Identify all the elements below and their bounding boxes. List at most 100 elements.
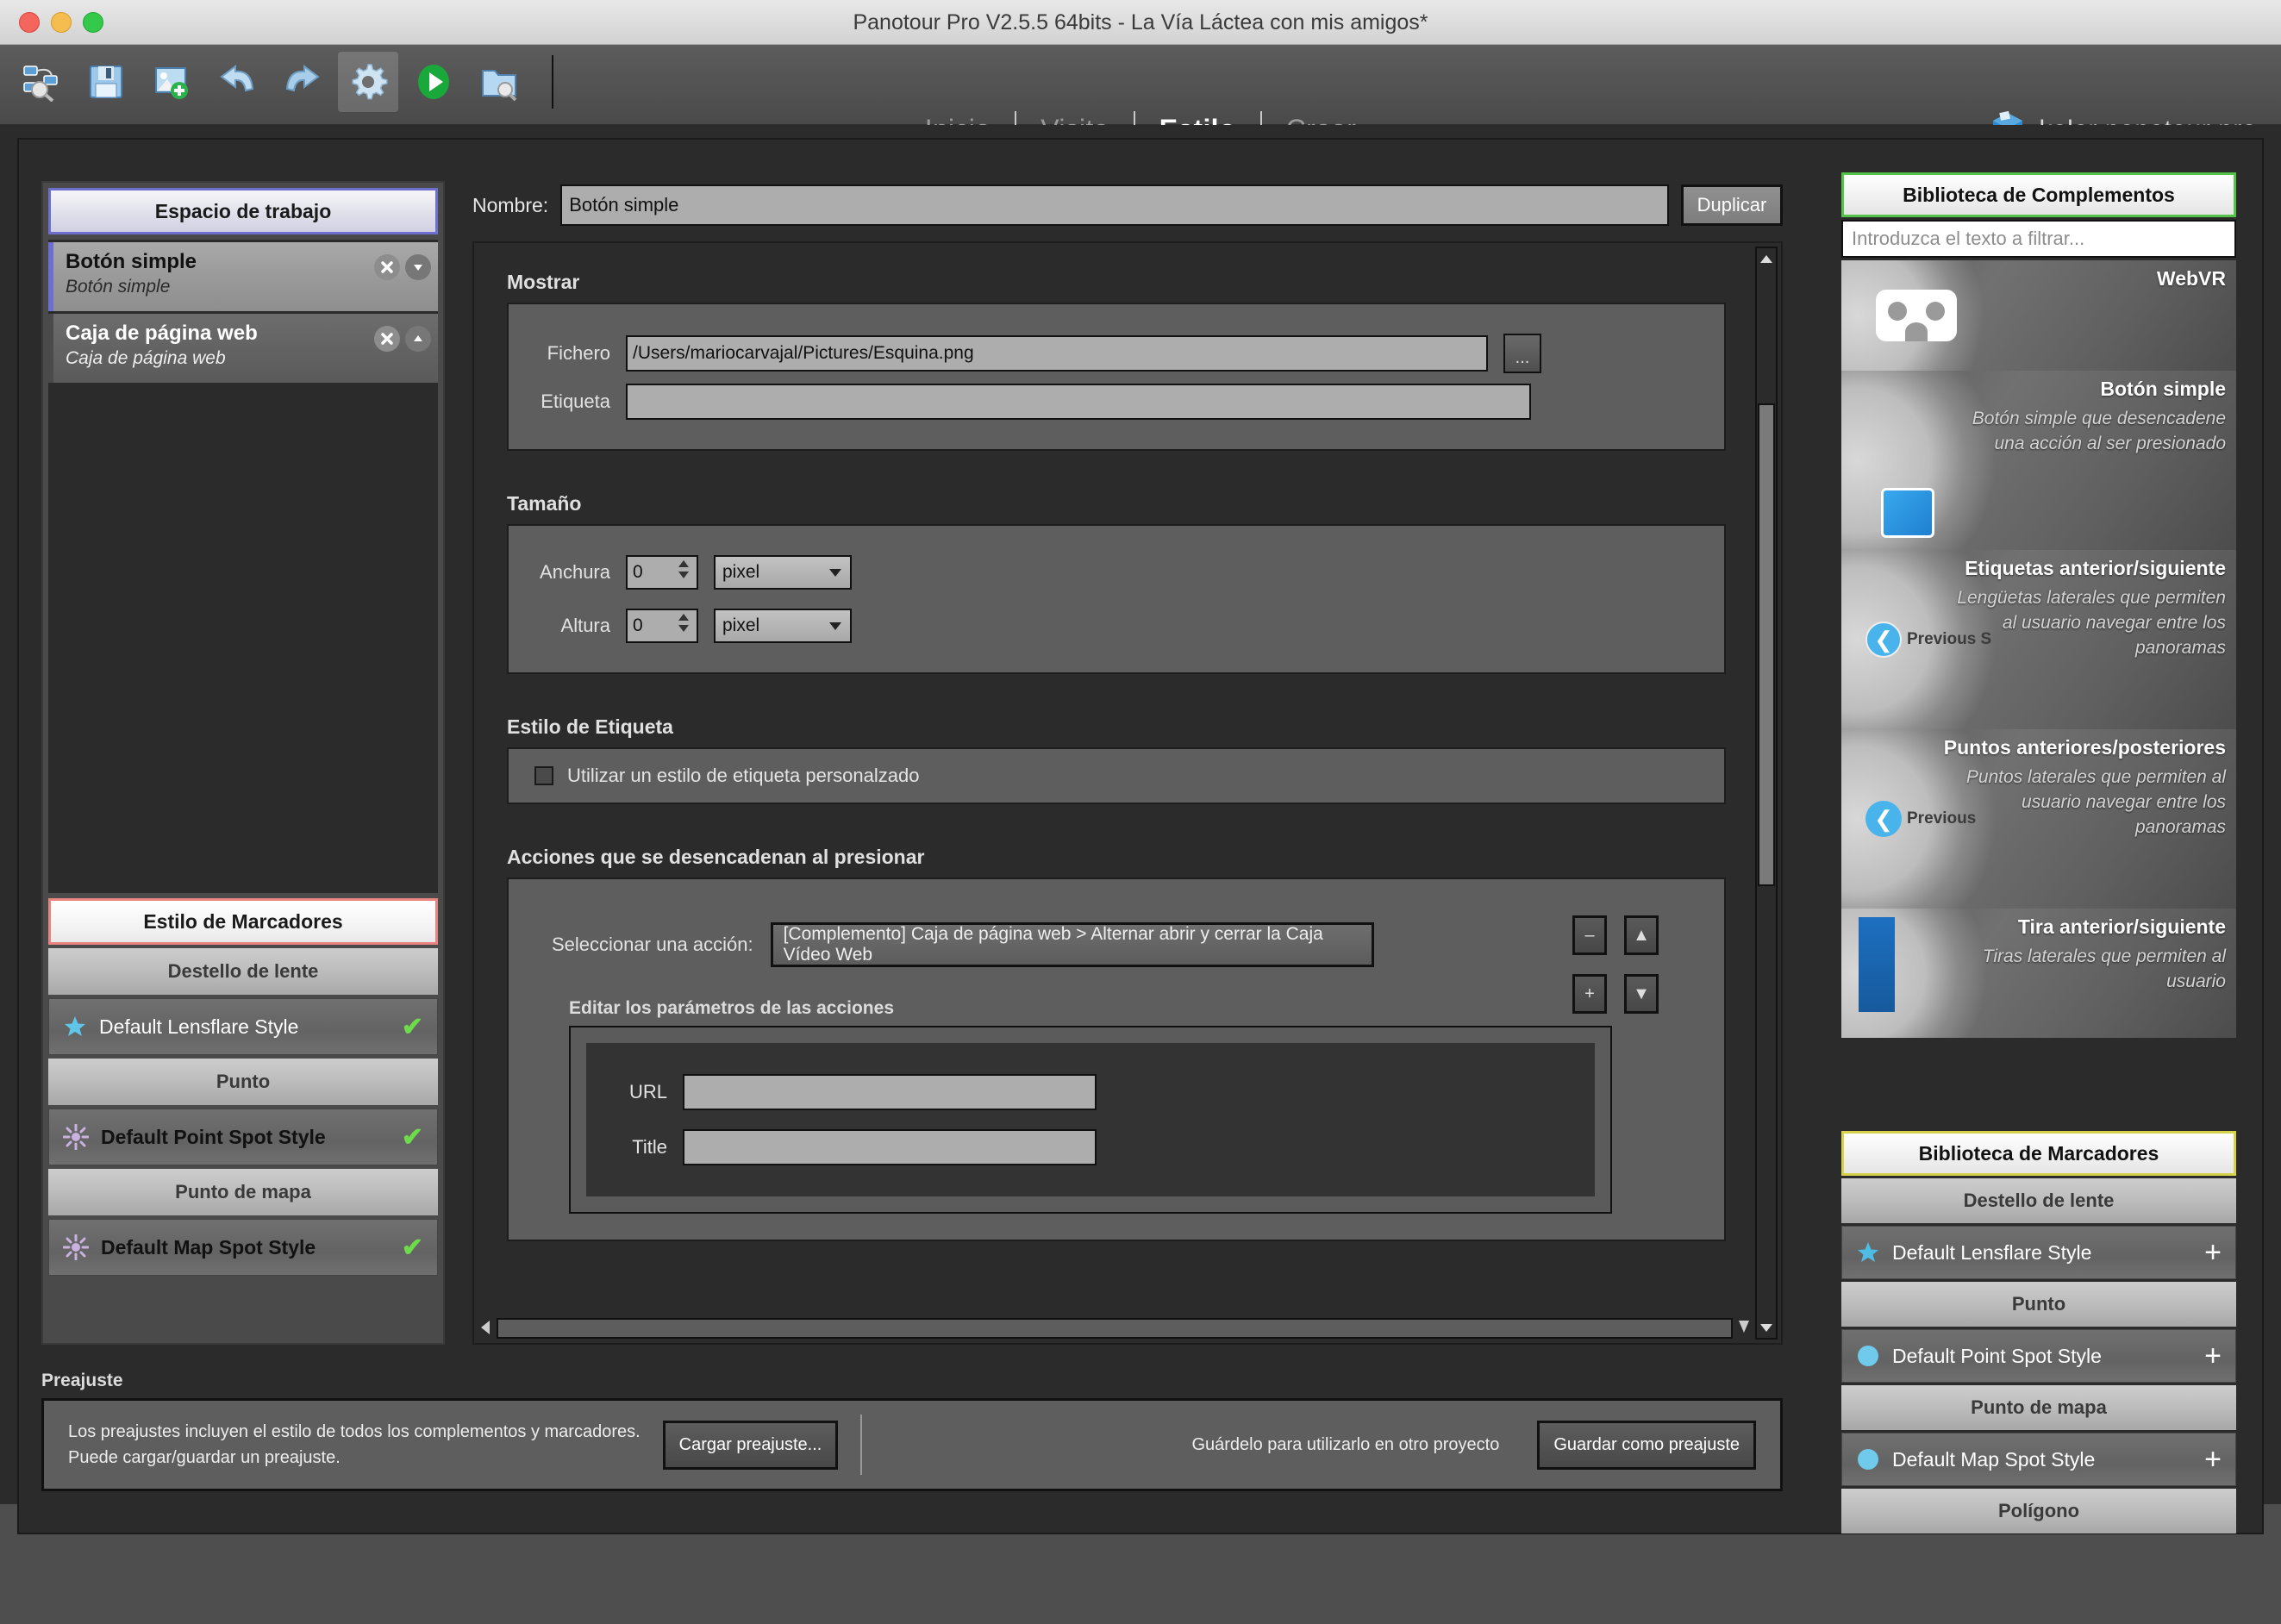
library-card-tira[interactable]: Tira anterior/siguiente Tiras laterales … [1841, 909, 2236, 1038]
vertical-scroll-thumb[interactable] [1758, 403, 1775, 886]
library-style-lensflare[interactable]: Default Lensflare Style + [1841, 1226, 2236, 1279]
section-title-estilo-etiqueta: Estilo de Etiqueta [507, 715, 673, 738]
chevron-down-icon [828, 567, 843, 578]
center-panel: Nombre: Duplicar Mostrar Fichero ... Eti… [472, 181, 1783, 1345]
height-unit-value: pixel [722, 615, 760, 635]
build-button[interactable] [403, 52, 464, 112]
workspace-item-boton-simple[interactable]: Botón simple Botón simple [48, 242, 438, 311]
stepper-arrows-icon[interactable] [676, 559, 691, 580]
preset-title: Preajuste [41, 1371, 123, 1390]
remove-item-icon[interactable] [374, 254, 400, 280]
card-description: Tiras laterales que permiten al usuario [1982, 946, 2226, 991]
add-style-button[interactable]: + [2204, 1238, 2222, 1267]
sidebar-group-punto-mapa[interactable]: Punto de mapa [48, 1169, 438, 1215]
section-tamano: Anchura 0 pixel Altura 0 pixel [507, 524, 1726, 674]
blue-square-icon [1881, 488, 1934, 538]
section-mostrar: Fichero ... Etiqueta [507, 303, 1726, 451]
library-style-map-spot[interactable]: Default Map Spot Style + [1841, 1433, 2236, 1486]
undo-button[interactable] [207, 52, 267, 112]
card-description: Puntos laterales que permiten al usuario… [1965, 767, 2226, 837]
action-buttons-group: – ▲ + ▼ [1572, 915, 1659, 1014]
library-group-poligono[interactable]: Polígono [1841, 1489, 2236, 1533]
workspace-header[interactable]: Espacio de trabajo [48, 188, 438, 234]
workspace-item-title: Botón simple [66, 250, 197, 273]
add-action-button[interactable]: + [1572, 974, 1607, 1014]
spot-icon [63, 1234, 89, 1260]
sidebar-group-punto[interactable]: Punto [48, 1059, 438, 1105]
width-stepper[interactable]: 0 [626, 555, 698, 590]
plugins-library-header[interactable]: Biblioteca de Complementos [1841, 172, 2236, 217]
remove-action-button[interactable]: – [1572, 915, 1607, 955]
library-filter-input[interactable]: Introduzca el texto a filtrar... [1841, 220, 2236, 258]
library-style-point-spot[interactable]: Default Point Spot Style + [1841, 1329, 2236, 1383]
add-image-button[interactable] [141, 52, 202, 112]
library-card-etiquetas[interactable]: ❮ Previous S Etiquetas anterior/siguiente… [1841, 550, 2236, 729]
name-input[interactable] [560, 184, 1669, 226]
file-input[interactable] [626, 335, 1488, 372]
settings-horizontal-scrollbar[interactable] [478, 1317, 1752, 1340]
redo-button[interactable] [272, 52, 333, 112]
move-action-up-button[interactable]: ▲ [1624, 915, 1659, 955]
save-button[interactable] [76, 52, 136, 112]
open-folder-button[interactable] [469, 52, 529, 112]
sidebar-style-map-spot[interactable]: Default Map Spot Style ✔ [48, 1219, 438, 1276]
library-card-webvr[interactable]: WebVR [1841, 260, 2236, 371]
load-preset-button[interactable]: Cargar preajuste... [662, 1420, 839, 1470]
remove-item-icon[interactable] [374, 326, 400, 352]
card-title: Botón simple [2100, 378, 2226, 400]
star-icon [63, 1015, 87, 1039]
sidebar-style-point-spot[interactable]: Default Point Spot Style ✔ [48, 1109, 438, 1165]
action-select-row: Seleccionar una acción: [Complemento] Ca… [509, 922, 1724, 967]
height-stepper[interactable]: 0 [626, 609, 698, 643]
scroll-right-icon[interactable] [1736, 1319, 1752, 1336]
height-unit-select[interactable]: pixel [714, 609, 852, 643]
browse-file-button[interactable]: ... [1503, 334, 1541, 373]
move-item-down-icon[interactable] [405, 254, 431, 280]
workspace-item-caja-pagina-web[interactable]: Caja de página web Caja de página web [48, 314, 438, 383]
library-group-punto[interactable]: Punto [1841, 1282, 2236, 1327]
library-card-puntos[interactable]: ❮ Previous Puntos anteriores/posteriores … [1841, 729, 2236, 909]
stepper-arrows-icon[interactable] [676, 612, 691, 634]
settings-vertical-scrollbar[interactable] [1755, 247, 1778, 1340]
action-select[interactable]: [Complemento] Caja de página web > Alter… [770, 922, 1374, 967]
workspace-item-subtitle: Caja de página web [66, 348, 226, 368]
scroll-up-icon[interactable] [1757, 248, 1776, 269]
preset-divider [860, 1415, 863, 1475]
preset-description-line1: Los preajustes incluyen el estilo de tod… [68, 1422, 641, 1441]
save-preset-button[interactable]: Guardar como preajuste [1537, 1420, 1756, 1470]
move-item-up-icon[interactable] [405, 326, 431, 352]
chevron-down-icon [828, 621, 843, 631]
settings-button[interactable] [338, 52, 398, 112]
settings-scroll-pane: Mostrar Fichero ... Etiqueta Tamaño Anch… [472, 241, 1783, 1345]
library-group-punto-mapa[interactable]: Punto de mapa [1841, 1385, 2236, 1430]
card-title: WebVR [2156, 267, 2226, 290]
sidebar-group-destello[interactable]: Destello de lente [48, 948, 438, 995]
url-label: URL [628, 1081, 667, 1102]
gear-icon [348, 62, 388, 102]
horizontal-scroll-thumb[interactable] [497, 1318, 1733, 1339]
add-style-button[interactable]: + [2204, 1445, 2222, 1474]
duplicate-button[interactable]: Duplicar [1681, 184, 1783, 226]
markers-library-header[interactable]: Biblioteca de Marcadores [1841, 1131, 2236, 1176]
url-input[interactable] [683, 1074, 1097, 1110]
sidebar-style-lensflare[interactable]: Default Lensflare Style ✔ [48, 998, 438, 1055]
scroll-left-icon[interactable] [478, 1319, 493, 1336]
sidebar-style-label: Default Lensflare Style [99, 1015, 299, 1038]
project-overview-button[interactable] [10, 52, 71, 112]
section-acciones: Seleccionar una acción: [Complemento] Ca… [507, 878, 1726, 1241]
preset-description-line2: Puede cargar/guardar un preajuste. [68, 1448, 341, 1467]
width-row: Anchura 0 pixel [534, 555, 1698, 590]
etiqueta-input[interactable] [626, 384, 1531, 420]
title-input[interactable] [683, 1129, 1097, 1165]
library-group-destello[interactable]: Destello de lente [1841, 1178, 2236, 1223]
action-params-inner: URL Title [586, 1043, 1595, 1196]
add-style-button[interactable]: + [2204, 1341, 2222, 1371]
custom-label-style-checkbox[interactable] [534, 766, 553, 785]
workspace-sidebar: Espacio de trabajo Botón simple Botón si… [41, 181, 445, 1345]
width-label: Anchura [540, 561, 610, 583]
move-action-down-button[interactable]: ▼ [1624, 974, 1659, 1014]
markers-style-header[interactable]: Estilo de Marcadores [48, 898, 438, 945]
width-unit-select[interactable]: pixel [714, 555, 852, 590]
scroll-down-icon[interactable] [1757, 1317, 1776, 1338]
library-card-boton-simple[interactable]: Botón simple Botón simple que desencaden… [1841, 371, 2236, 550]
